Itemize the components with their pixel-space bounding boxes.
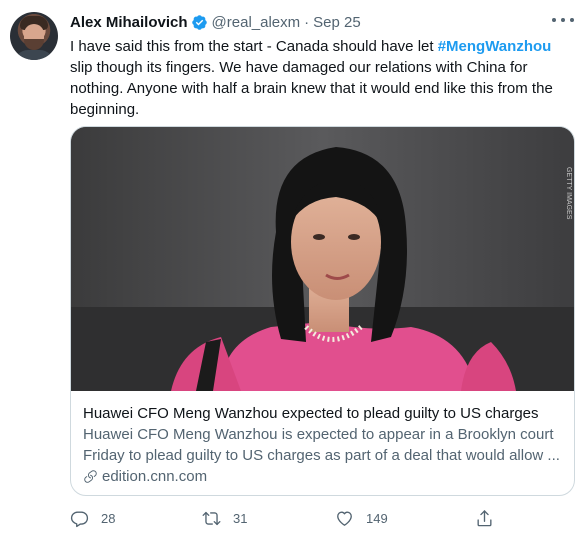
tweet-text: I have said this from the start - Canada… [70,36,575,120]
reply-icon [70,510,89,527]
avatar-shirt [14,50,54,60]
like-count: 149 [366,510,388,526]
retweet-icon [202,511,221,525]
retweet-button[interactable]: 31 [202,506,247,530]
link-preview-card[interactable]: GETTY IMAGES Huawei CFO Meng Wanzhou exp… [70,126,575,496]
tweet-actions: 28 31 149 [70,506,550,530]
card-info[interactable]: Huawei CFO Meng Wanzhou expected to plea… [83,403,563,487]
tweet-text-line-2: slip though its fingers. We have damaged… [70,59,528,76]
tweet-text-part: I have said this from the start - Canada… [70,38,438,55]
more-dot [570,18,574,22]
tweet-text-line-3: nothing. Anyone with half a brain knew t… [70,80,553,97]
tweet-date[interactable]: Sep 25 [313,14,361,31]
heart-icon [337,510,352,526]
share-button[interactable] [475,506,506,530]
separator-dot: · [304,13,310,31]
hashtag-link[interactable]: #MengWanzhou [438,38,552,55]
author-handle[interactable]: @real_alexm [212,14,301,31]
card-title[interactable]: Huawei CFO Meng Wanzhou expected to plea… [83,403,563,424]
card-description-line-2: Friday to plead guilty to US charges as … [83,447,560,464]
svg-text:GETTY IMAGES: GETTY IMAGES [565,167,572,220]
reply-count: 28 [101,510,116,526]
share-icon [477,509,492,526]
card-photo: GETTY IMAGES [71,127,574,391]
card-image[interactable]: GETTY IMAGES [71,127,574,391]
verified-badge-icon [191,14,207,30]
more-dot [561,18,565,22]
card-domain[interactable]: edition.cnn.com [102,466,207,487]
card-domain-row[interactable]: edition.cnn.com [83,466,563,487]
reply-button[interactable]: 28 [70,506,115,530]
card-description-line-1: Huawei CFO Meng Wanzhou is expected to a… [83,426,554,443]
more-options-icon[interactable] [552,11,574,29]
tweet-text-line-1: I have said this from the start - Canada… [70,36,575,57]
link-icon [84,470,97,483]
tweet-text-line-4: beginning. [70,101,140,118]
avatar[interactable] [10,12,58,60]
retweet-count: 31 [233,510,248,526]
more-dot [552,18,556,22]
avatar-beard [24,39,44,50]
tweet[interactable]: Alex Mihailovich @real_alexm · Sep 25 I … [0,0,588,539]
tweet-header: Alex Mihailovich @real_alexm · Sep 25 [70,12,361,32]
like-button[interactable]: 149 [335,506,388,530]
author-name[interactable]: Alex Mihailovich [70,14,188,31]
